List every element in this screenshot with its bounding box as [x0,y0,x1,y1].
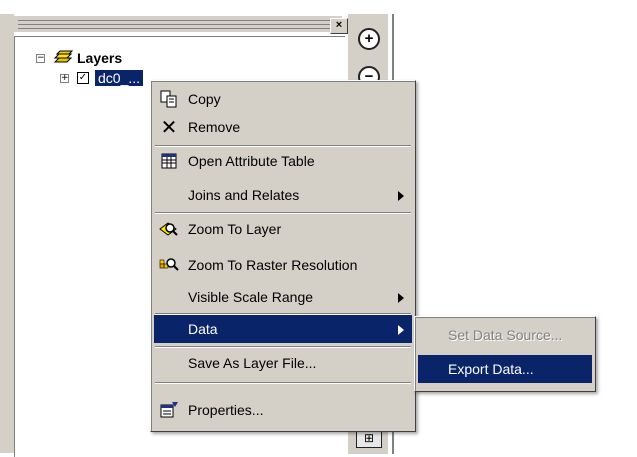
copy-icon [158,89,180,109]
remove-x-icon: ✕ [160,115,178,139]
zoom-to-layer-icon [158,219,180,239]
menu-item-label: Remove [188,119,241,135]
expand-icon[interactable]: + [60,73,69,83]
zoom-raster-icon [158,255,180,275]
grip-line [18,28,338,29]
menu-item-label: Zoom To Layer [188,221,282,237]
submenu-arrow-icon [398,191,404,201]
menu-item-data[interactable]: Data [154,315,412,343]
table-icon [158,151,180,171]
menu-item-label: Set Data Source... [448,327,563,343]
menu-item-label: Copy [188,91,221,107]
layers-label: Layers [77,50,123,66]
menu-separator [155,382,411,384]
menu-item-visible-scale-range[interactable]: Visible Scale Range [154,283,412,311]
menu-item-label: Save As Layer File... [188,355,317,371]
layer-name-selected[interactable]: dc0_... [95,70,144,86]
menu-item-label: Data [188,321,218,337]
layer-row[interactable]: + ✓ dc0_... [60,70,144,86]
menu-item-export-data[interactable]: Export Data... [418,355,592,383]
menu-item-save-as-layer-file[interactable]: Save As Layer File... [154,349,412,377]
menu-item-label: Open Attribute Table [188,153,315,169]
data-submenu: Set Data Source... Export Data... [414,316,596,392]
submenu-arrow-icon [398,325,404,335]
menu-item-zoom-to-layer[interactable]: Zoom To Layer [154,215,412,243]
menu-item-set-data-source[interactable]: Set Data Source... [418,321,592,349]
collapse-icon[interactable]: − [36,53,45,63]
menu-item-zoom-to-raster-resolution[interactable]: Zoom To Raster Resolution [154,251,412,279]
menu-item-label: Properties... [188,402,264,418]
submenu-arrow-icon [398,293,404,303]
menu-item-remove[interactable]: ✕ Remove [154,113,412,141]
menu-item-label: Joins and Relates [188,187,300,203]
menu-item-label: Zoom To Raster Resolution [188,257,358,273]
grip-line [18,24,338,25]
menu-item-joins-and-relates[interactable]: Joins and Relates [154,181,412,209]
properties-icon [158,400,180,420]
left-panel-edge [0,14,14,453]
toc-title-grip[interactable] [14,16,342,32]
menu-item-open-attribute-table[interactable]: Open Attribute Table [154,147,412,175]
menu-item-label: Export Data... [448,361,534,377]
menu-item-label: Visible Scale Range [188,289,314,305]
menu-item-copy[interactable]: Copy [154,85,412,113]
layer-context-menu: Copy ✕ Remove Open Attribute Table Joins… [150,80,416,432]
layers-icon [51,50,74,66]
menu-item-properties[interactable]: Properties... [154,396,412,424]
grip-line [18,20,338,21]
menu-separator [155,212,411,214]
toc-close-button[interactable]: × [330,18,348,34]
layer-visibility-checkbox[interactable]: ✓ [77,72,89,84]
zoom-in-icon[interactable]: + [358,28,380,50]
menu-separator [155,346,411,348]
layers-root-row[interactable]: − Layers [36,50,122,66]
